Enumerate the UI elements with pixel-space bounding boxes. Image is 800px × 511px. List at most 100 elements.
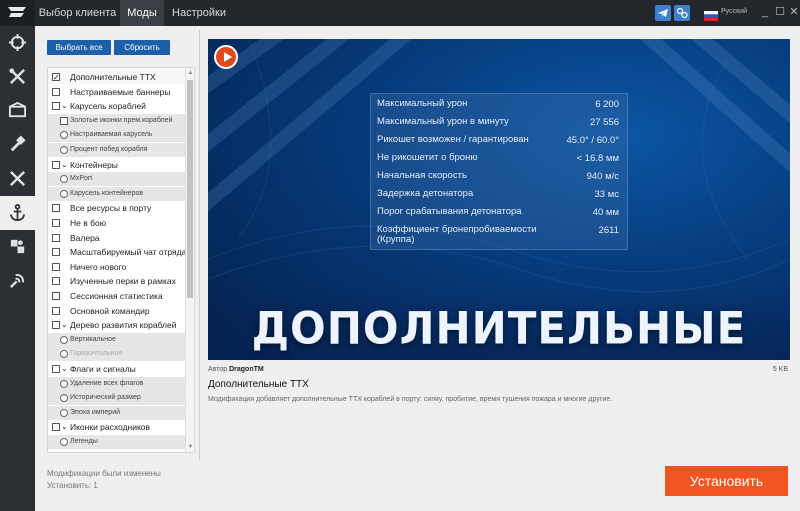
- item-checkbox[interactable]: [60, 116, 68, 125]
- mod-size: 5 KB: [772, 366, 788, 373]
- scroll-up-icon[interactable]: ▲: [186, 68, 195, 78]
- group-checkbox[interactable]: [52, 102, 60, 111]
- list-item-label: Золотые иконки прем.кораблей: [70, 116, 173, 124]
- status-changed: Модификации были изменены: [47, 469, 161, 478]
- item-checkbox[interactable]: [52, 219, 60, 227]
- list-item[interactable]: Дополнительные ТТХ: [48, 70, 186, 84]
- list-item[interactable]: Горизонтальное: [48, 347, 186, 362]
- list-item[interactable]: Золотые иконки прем.кораблей: [48, 113, 186, 128]
- russia-flag-icon[interactable]: [704, 8, 718, 21]
- item-radio[interactable]: [60, 189, 68, 198]
- item-checkbox[interactable]: [52, 233, 60, 242]
- item-checkbox[interactable]: [52, 277, 60, 286]
- sidebar-item-tools[interactable]: [0, 60, 35, 94]
- chevron-down-icon[interactable]: ⌄: [61, 318, 68, 332]
- list-item[interactable]: Сессионная статистика: [48, 289, 186, 303]
- list-item[interactable]: ⌄ Карусель кораблей: [48, 99, 186, 113]
- group-checkbox[interactable]: [52, 423, 60, 432]
- list-item[interactable]: Настраиваемые баннеры: [48, 85, 186, 99]
- list-item[interactable]: Вертикальное: [48, 332, 186, 347]
- list-item[interactable]: Валера: [48, 231, 186, 245]
- list-item[interactable]: MxPort: [48, 172, 186, 187]
- list-item[interactable]: Масштабируемый чат отряда: [48, 245, 186, 259]
- list-item[interactable]: Карусель контейнеров: [48, 186, 186, 201]
- sidebar-item-signal[interactable]: [0, 264, 35, 298]
- chevron-down-icon[interactable]: ⌄: [61, 158, 68, 172]
- tab-client-select[interactable]: Выбор клиента: [35, 0, 120, 26]
- list-item[interactable]: Легенды: [48, 435, 186, 449]
- item-radio[interactable]: [60, 379, 68, 388]
- mod-title: Дополнительные ТТХ: [208, 379, 309, 390]
- stat-value: 2611: [598, 225, 619, 236]
- tab-settings[interactable]: Настройки: [167, 0, 231, 26]
- close-icon[interactable]: ✕: [787, 5, 800, 19]
- item-radio[interactable]: [60, 146, 68, 154]
- language-label[interactable]: Русский: [721, 8, 747, 15]
- list-scrollbar[interactable]: ▲ ▼: [185, 68, 194, 452]
- tab-mods[interactable]: Моды: [120, 0, 164, 26]
- stats-table: Максимальный урон 6 200 Максимальный урон …: [370, 93, 628, 250]
- item-checkbox[interactable]: [52, 71, 60, 84]
- list-item-label: Дополнительные ТТХ: [70, 72, 156, 82]
- status-install-count: Установить: 1: [47, 481, 98, 490]
- list-item[interactable]: Удаление всех флагов: [48, 376, 186, 391]
- chevron-down-icon[interactable]: ⌄: [61, 99, 68, 113]
- sidebar-item-puzzle[interactable]: [0, 230, 35, 264]
- item-checkbox[interactable]: [52, 292, 60, 300]
- item-checkbox[interactable]: [52, 262, 60, 271]
- install-button[interactable]: Установить: [665, 466, 788, 496]
- swords-icon: [10, 171, 25, 186]
- stat-row: Не рикошетит о броню < 16.8 мм: [371, 150, 629, 168]
- item-checkbox[interactable]: [52, 204, 60, 213]
- scroll-thumb[interactable]: [187, 80, 193, 298]
- item-radio[interactable]: [60, 131, 68, 140]
- list-item[interactable]: Не в бою: [48, 216, 186, 230]
- list-item[interactable]: Изученные перки в рамках: [48, 274, 186, 288]
- list-item[interactable]: ⌄ Флаги и сигналы: [48, 362, 186, 376]
- list-item[interactable]: Эпоха империй: [48, 405, 186, 420]
- sidebar-item-anchor[interactable]: [0, 196, 35, 230]
- item-radio[interactable]: [60, 335, 68, 344]
- left-sidebar: [0, 26, 35, 511]
- item-checkbox[interactable]: [52, 87, 60, 96]
- list-item[interactable]: Все ресурсы в порту: [48, 201, 186, 215]
- item-radio[interactable]: [60, 408, 68, 417]
- group-checkbox[interactable]: [52, 321, 60, 330]
- item-radio[interactable]: [60, 394, 68, 403]
- chevron-down-icon[interactable]: ⌄: [61, 420, 68, 434]
- list-item[interactable]: Процент побед корабля: [48, 143, 186, 157]
- list-item[interactable]: Исторический размер: [48, 391, 186, 406]
- list-item[interactable]: Настраиваемая карусель: [48, 128, 186, 143]
- puzzle-icon: [10, 239, 25, 254]
- sidebar-item-hangar[interactable]: [0, 94, 35, 128]
- stat-value: 27 556: [589, 117, 619, 128]
- scroll-down-icon[interactable]: ▼: [186, 442, 195, 452]
- telegram-icon[interactable]: [655, 5, 671, 21]
- sidebar-item-crosshair[interactable]: [0, 26, 35, 60]
- group-checkbox[interactable]: [52, 365, 60, 373]
- community-icon[interactable]: [674, 5, 690, 21]
- reset-button[interactable]: Сбросить: [114, 40, 170, 55]
- author-name: DragonTM: [229, 366, 264, 373]
- item-radio[interactable]: [60, 175, 68, 184]
- list-item[interactable]: ⌄ Контейнеры: [48, 158, 186, 172]
- play-button[interactable]: [214, 45, 238, 69]
- list-item-label: Дерево развития кораблей: [70, 320, 177, 331]
- select-all-button[interactable]: Выбрать все: [47, 40, 111, 55]
- group-checkbox[interactable]: [52, 160, 60, 169]
- item-radio[interactable]: [60, 350, 68, 359]
- item-checkbox[interactable]: [52, 248, 60, 257]
- chevron-down-icon[interactable]: ⌄: [61, 362, 68, 376]
- minimize-icon[interactable]: _: [758, 5, 772, 19]
- list-item[interactable]: ⌄ Иконки расходников: [48, 420, 186, 434]
- item-radio[interactable]: [60, 438, 68, 446]
- list-item[interactable]: Ничего нового: [48, 260, 186, 274]
- sidebar-item-hammer[interactable]: [0, 128, 35, 162]
- list-item[interactable]: Основной командир: [48, 304, 186, 318]
- list-item[interactable]: ⌄ Дерево развития кораблей: [48, 318, 186, 332]
- tools-icon: [9, 68, 25, 84]
- sidebar-item-swords[interactable]: [0, 162, 35, 196]
- maximize-icon[interactable]: ☐: [773, 5, 787, 19]
- stat-name: Не рикошетит о броню: [377, 152, 478, 163]
- item-checkbox[interactable]: [52, 306, 60, 315]
